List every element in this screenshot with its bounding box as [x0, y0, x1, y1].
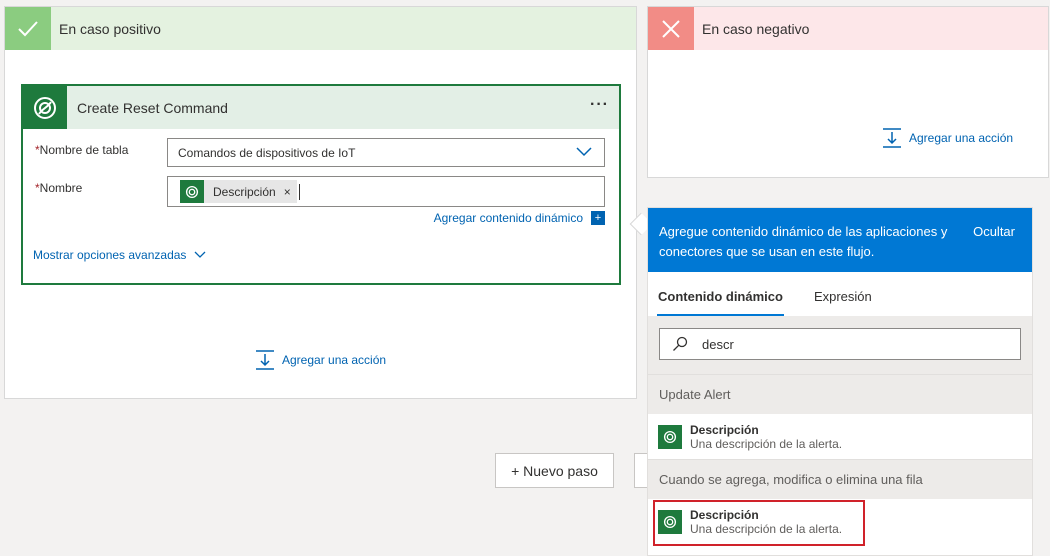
add-action-label: Agregar una acción [282, 353, 387, 367]
search-icon [673, 336, 688, 351]
chevron-down-icon [576, 147, 592, 157]
dynamic-search-input[interactable]: descr [659, 328, 1021, 360]
dataverse-icon [23, 86, 67, 129]
dynamic-item-name: Descripción [690, 507, 759, 522]
dynamic-panel-tabs: Contenido dinámico Expresión [648, 272, 1032, 316]
table-name-select[interactable]: Comandos de dispositivos de IoT [167, 138, 605, 167]
dynamic-content-panel: Agregue contenido dinámico de las aplica… [647, 207, 1033, 556]
token-remove-icon[interactable]: × [284, 185, 291, 199]
add-action-label: Agregar una acción [909, 131, 1014, 145]
show-advanced-options-link[interactable]: Mostrar opciones avanzadas [33, 248, 206, 262]
add-dynamic-content-label: Agregar contenido dinámico [433, 211, 583, 225]
name-label: *Nombre [35, 181, 82, 195]
table-name-label-text: Nombre de tabla [39, 143, 129, 157]
dynamic-panel-header-text: Agregue contenido dinámico de las aplica… [659, 224, 948, 259]
check-icon [5, 7, 51, 50]
positive-branch: En caso positivo Create Reset Command ··… [4, 6, 637, 399]
name-label-text: Nombre [39, 181, 83, 195]
dataverse-icon [180, 180, 204, 203]
adjacent-button[interactable] [634, 453, 648, 488]
dynamic-item-description: Una descripción de la alerta. [690, 436, 843, 451]
add-action-positive-button[interactable]: Agregar una acción [255, 350, 386, 370]
add-dynamic-content-link[interactable]: Agregar contenido dinámico + [434, 211, 605, 225]
add-action-negative-button[interactable]: Agregar una acción [882, 128, 1013, 148]
show-advanced-options-label: Mostrar opciones avanzadas [33, 248, 187, 262]
tab-dynamic-content[interactable]: Contenido dinámico [657, 289, 784, 316]
negative-branch-header[interactable]: En caso negativo [648, 7, 1048, 50]
dataverse-icon [658, 509, 682, 534]
plus-icon: + [591, 211, 605, 225]
section-header-row-trigger: Cuando se agrega, modifica o elimina una… [648, 459, 1032, 499]
action-card-create-reset-command: Create Reset Command ··· *Nombre de tabl… [21, 84, 621, 285]
dynamic-panel-header: Agregue contenido dinámico de las aplica… [648, 208, 1032, 272]
more-options-icon[interactable]: ··· [590, 96, 609, 114]
dataverse-icon [658, 424, 682, 449]
tab-expression[interactable]: Expresión [813, 289, 873, 316]
section-header-update-alert: Update Alert [648, 374, 1032, 414]
positive-branch-title: En caso positivo [59, 20, 161, 37]
dynamic-item-name: Descripción [690, 422, 759, 437]
search-area: descr [648, 316, 1032, 374]
name-input[interactable]: Descripción × [167, 176, 605, 207]
new-step-button[interactable]: + Nuevo paso [495, 453, 614, 488]
dynamic-item-descripcion-update-alert[interactable]: Descripción Una descripción de la alerta… [648, 414, 1032, 459]
table-name-label: *Nombre de tabla [35, 143, 128, 157]
hide-panel-button[interactable]: Ocultar [973, 224, 1015, 239]
action-card-header[interactable]: Create Reset Command ··· [23, 86, 619, 129]
positive-branch-header[interactable]: En caso positivo [5, 7, 636, 50]
dynamic-token-descripcion[interactable]: Descripción × [180, 180, 297, 203]
dynamic-item-description: Una descripción de la alerta. [690, 521, 843, 536]
table-name-value: Comandos de dispositivos de IoT [178, 145, 356, 160]
chevron-down-icon [194, 251, 206, 258]
x-icon [648, 7, 694, 50]
add-action-icon [883, 128, 901, 148]
negative-branch: En caso negativo Agregar una acción [647, 6, 1049, 178]
action-card-title: Create Reset Command [77, 99, 228, 116]
negative-branch-title: En caso negativo [702, 20, 810, 37]
add-action-icon [256, 350, 274, 370]
text-caret [298, 183, 300, 200]
dynamic-item-descripcion-row-trigger[interactable]: Descripción Una descripción de la alerta… [648, 499, 1032, 546]
token-label: Descripción [213, 184, 276, 199]
search-value: descr [702, 336, 734, 352]
